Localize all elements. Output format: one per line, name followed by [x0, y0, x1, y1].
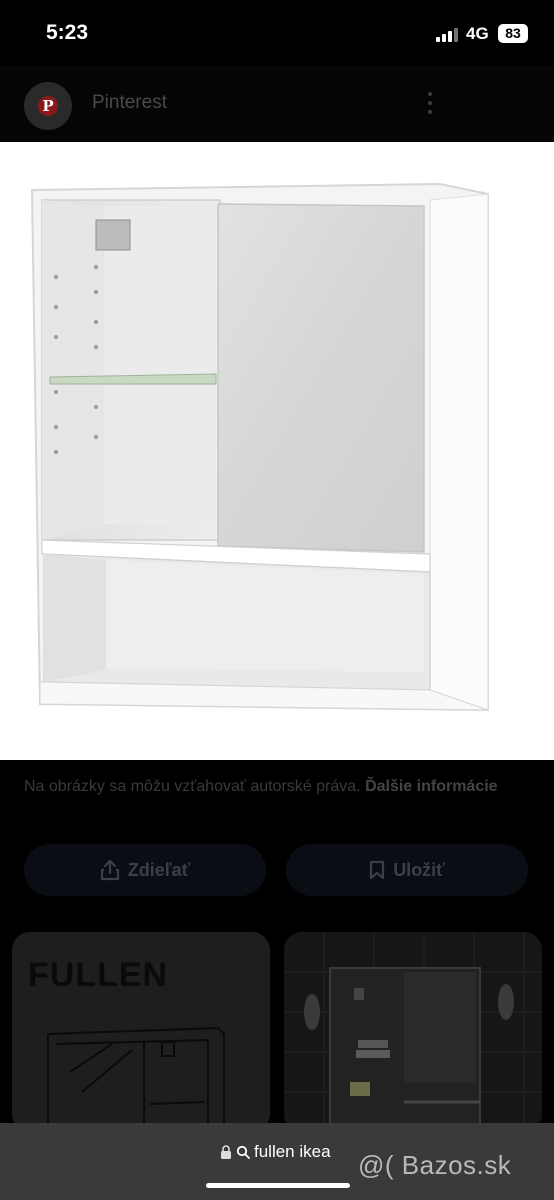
cabinet-drawing-image [47, 1026, 225, 1132]
status-time: 5:23 [46, 21, 89, 44]
pinterest-logo[interactable]: P [24, 82, 72, 130]
copyright-notice: Na obrázky sa môžu vzťahovať autorské pr… [24, 774, 524, 800]
address-bar[interactable]: fullen ikea [220, 1142, 331, 1162]
lock-icon [221, 1145, 231, 1159]
status-bar: 5:23 4G 83 [0, 0, 554, 66]
result-card[interactable] [284, 932, 542, 1132]
share-label: Zdieľať [127, 859, 191, 880]
address-text: fullen ikea [254, 1142, 331, 1161]
product-image[interactable] [0, 142, 554, 760]
battery-level: 83 [498, 24, 528, 43]
pinterest-logo-letter: P [38, 96, 58, 116]
more-info-link[interactable]: Ďalšie informácie [365, 778, 498, 795]
bathroom-photo-image [284, 932, 542, 1132]
site-header [0, 66, 554, 142]
result-card[interactable]: FULLEN [12, 932, 270, 1132]
more-options-icon[interactable] [422, 90, 438, 118]
save-label: Uložiť [393, 859, 445, 880]
site-name[interactable]: Pinterest [92, 92, 167, 114]
signal-icon [436, 27, 462, 42]
bazos-watermark: @( Bazos.sk [358, 1150, 512, 1180]
share-icon [100, 859, 119, 881]
network-type: 4G [466, 24, 489, 43]
copyright-text: Na obrázky sa môžu vzťahovať autorské pr… [24, 778, 361, 795]
bookmark-icon [370, 860, 385, 880]
search-icon [236, 1145, 250, 1159]
home-indicator[interactable] [206, 1183, 350, 1188]
save-button[interactable]: Uložiť [286, 844, 528, 896]
share-button[interactable]: Zdieľať [24, 844, 266, 896]
wall-cabinet-image [30, 182, 489, 712]
